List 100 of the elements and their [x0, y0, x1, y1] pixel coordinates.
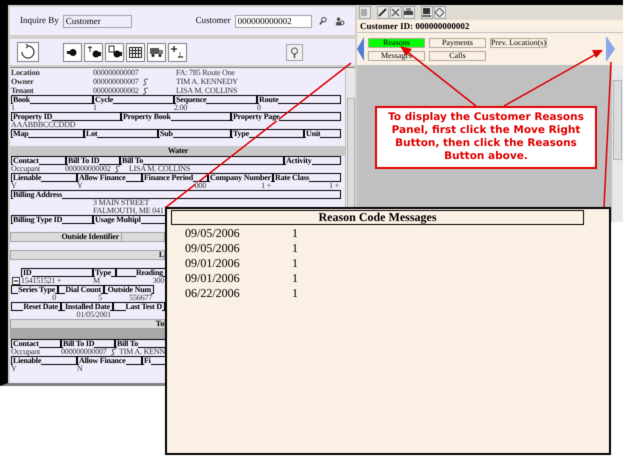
toolbar-button[interactable]: [126, 42, 145, 62]
toolbar-button[interactable]: [421, 6, 433, 19]
toolbar-button[interactable]: [168, 42, 187, 62]
popup-title: Reason Code Messages: [171, 210, 584, 225]
field-value: 2.00: [174, 104, 188, 112]
code-text: 1: [292, 241, 298, 256]
plug-icon: [67, 48, 78, 56]
toolbar-button[interactable]: [63, 42, 82, 62]
column-header: Unit: [306, 130, 320, 138]
field-label: Location: [11, 68, 40, 76]
field-value: 1: [11, 104, 15, 112]
column-header: Rate Class: [275, 174, 310, 182]
pen-icon: [378, 8, 387, 17]
date-text: 09/01/2006: [185, 271, 241, 286]
column-header: Sequence: [176, 96, 206, 104]
column-header: Type: [95, 268, 111, 276]
panel-button[interactable]: Reasons: [368, 38, 425, 48]
field-value: Y: [11, 365, 17, 373]
section-header: L: [158, 251, 164, 259]
column-header: Outside Num: [108, 286, 151, 294]
refresh-icon: [21, 44, 35, 60]
column-header: Lienable: [13, 174, 42, 182]
date-text: 09/05/2006: [185, 226, 241, 241]
diamond-icon: [435, 8, 444, 17]
plus-minus-icon: [171, 46, 184, 58]
field-value: 300: [152, 277, 164, 285]
field-value: 000000000007: [93, 78, 139, 86]
column-header: Cycle: [95, 96, 114, 104]
toolbar-button[interactable]: [377, 6, 389, 19]
column-header: Finance Period: [144, 174, 193, 182]
column-header: Map: [13, 130, 28, 138]
column-header: Last Test D: [126, 302, 162, 310]
date-text: 06/22/2006: [185, 286, 241, 301]
field-value: 000000000002: [65, 165, 111, 173]
scrollbar[interactable]: [611, 65, 623, 222]
column-header: Bill To: [122, 156, 144, 164]
code-text: 1: [292, 286, 298, 301]
toolbar-button[interactable]: [84, 42, 103, 62]
document-icon: [360, 8, 368, 17]
column-header: Book: [13, 96, 30, 104]
panel-button[interactable]: Prev. Location(s): [490, 38, 547, 48]
field-value: TIM A. KENNEDY: [176, 78, 238, 86]
cross-icon: [391, 8, 400, 17]
column-header: Company Number: [210, 174, 271, 182]
inquire-by-field[interactable]: Customer: [62, 14, 132, 28]
refresh-button[interactable]: [17, 42, 39, 62]
field-value: 556677: [129, 294, 152, 302]
field-value: Occupant: [11, 165, 40, 173]
printer-icon: [404, 8, 413, 17]
toolbar-button[interactable]: [403, 6, 415, 19]
person-search-icon[interactable]: [335, 16, 345, 26]
search-icon[interactable]: [319, 16, 328, 26]
column-header: Series Type: [18, 286, 55, 294]
link-icon[interactable]: [114, 165, 121, 173]
field-value: 3 MAIN STREET: [93, 199, 150, 207]
field-label: Tenant: [11, 86, 34, 94]
field-value: 0: [257, 104, 261, 112]
link-icon[interactable]: [142, 86, 149, 94]
code-text: 1: [292, 226, 298, 241]
toolbar-button[interactable]: [105, 42, 124, 62]
field-value: 0: [52, 294, 56, 302]
column-header: Contact: [13, 156, 39, 164]
field-label: Customer: [196, 14, 231, 28]
field-value: 01/05/2001: [76, 311, 111, 319]
field-value: M: [93, 277, 100, 285]
link-icon[interactable]: [142, 78, 149, 86]
column-header: Bill To ID: [63, 340, 94, 348]
date-text: 09/01/2006: [185, 256, 241, 271]
panel-button[interactable]: Messages: [368, 50, 425, 60]
field-value: FALMOUTH, ME 041: [93, 207, 164, 215]
toolbar-button[interactable]: [434, 6, 446, 19]
section-header: To: [156, 320, 164, 328]
number-input[interactable]: 000000000002: [234, 14, 312, 28]
field-value: 5: [98, 294, 102, 302]
field-value: LISA M. COLLINS: [176, 86, 238, 94]
column-header: Sub: [160, 130, 173, 138]
field-value: Y: [11, 182, 17, 190]
column-header: Property Page: [233, 112, 280, 120]
toolbar-button[interactable]: [147, 42, 166, 62]
panel-button[interactable]: Calls: [429, 50, 486, 60]
field-value: 1 +: [329, 182, 339, 190]
customer-id-label: Customer ID: 000000000002: [357, 20, 623, 33]
column-header: Dial Count: [65, 286, 101, 294]
column-header: Activity: [286, 156, 312, 164]
column-header: Bill To: [117, 340, 138, 348]
field-value: TIM A. KENN: [119, 348, 166, 356]
column-header: Type: [233, 130, 249, 138]
panel-button[interactable]: Payments: [429, 38, 486, 48]
field-value: N: [77, 365, 83, 373]
field-value: 000: [194, 182, 206, 190]
code-text: 1: [292, 256, 298, 271]
link-icon[interactable]: [110, 348, 117, 356]
magnifier-icon: [290, 46, 299, 58]
monitor-icon: [422, 8, 431, 17]
column-header: Allow Finance: [79, 174, 126, 182]
field-value: Y: [77, 182, 83, 190]
field-value: 1: [93, 104, 97, 112]
field-value: Occupant: [11, 348, 40, 356]
collapse-icon[interactable]: [12, 277, 20, 285]
zoom-button[interactable]: [286, 44, 303, 60]
